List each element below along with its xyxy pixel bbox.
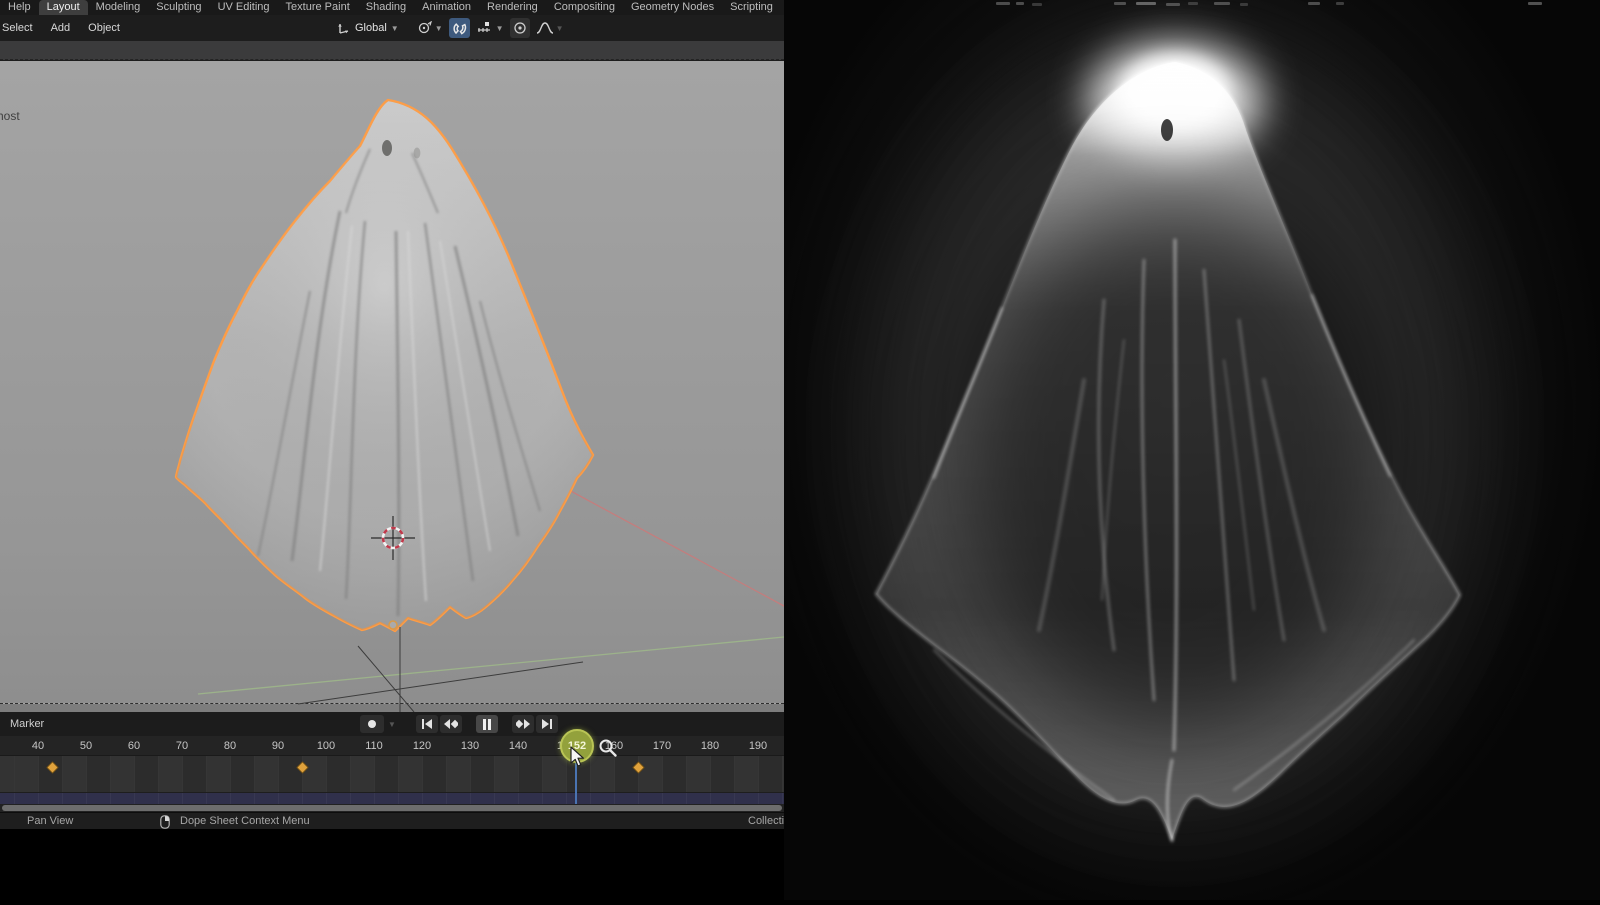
menu-object[interactable]: Object — [79, 15, 129, 41]
ghost-eye — [382, 140, 392, 156]
workspace-tab-shading[interactable]: Shading — [358, 0, 414, 15]
ruler-tick-100: 100 — [316, 740, 336, 752]
ruler-tick-170: 170 — [652, 740, 672, 752]
next-keyframe-icon — [515, 719, 530, 729]
pause-icon — [482, 718, 491, 730]
ruler-tick-110: 110 — [365, 740, 383, 752]
ruler-tick-40: 40 — [31, 740, 45, 752]
menu-select[interactable]: Select — [0, 15, 42, 41]
snap-target-increment-icon — [477, 22, 490, 32]
jump-to-end-icon — [541, 719, 552, 729]
ruler-tick-180: 180 — [700, 740, 720, 752]
workspace-tab-help[interactable]: Help — [0, 0, 39, 15]
workspace-tab-sculpting[interactable]: Sculpting — [148, 0, 209, 15]
status-collection: Collecti — [748, 815, 784, 827]
falloff-curve-icon — [536, 22, 553, 34]
workspace-tab-uv-editing[interactable]: UV Editing — [210, 0, 278, 15]
snap-magnet-icon — [453, 22, 466, 35]
workspace-tabs: Help Layout Modeling Sculpting UV Editing Tex… — [0, 0, 784, 15]
workspace-tab-compositing[interactable]: Compositing — [546, 0, 623, 15]
workspace-tab-geometry-nodes[interactable]: Geometry Nodes — [623, 0, 722, 15]
menu-add[interactable]: Add — [42, 15, 80, 41]
jump-to-start-button[interactable] — [415, 715, 438, 733]
keyframe-diamond-frame-95[interactable] — [295, 761, 309, 774]
workspace-tab-layout[interactable]: Layout — [38, 0, 88, 15]
rendered-ghost-eye — [1161, 119, 1173, 141]
ruler-tick-140: 140 — [508, 740, 528, 752]
rendered-ghost — [875, 40, 1475, 842]
grid-axis-green — [197, 636, 784, 695]
scrollbar-thumb[interactable] — [2, 805, 782, 811]
auto-keying-button[interactable] — [360, 715, 384, 733]
ruler-tick-50: 50 — [79, 740, 93, 752]
ghost-shading — [176, 100, 593, 631]
workspace-tab-animation[interactable]: Animation — [414, 0, 479, 15]
mouse-cursor-icon — [570, 746, 584, 767]
pause-button[interactable] — [475, 715, 498, 733]
workspace-tab-modeling[interactable]: Modeling — [88, 0, 149, 15]
viewport-header: Select Add Object Global ▼ ▼ ▼ ▼ — [0, 15, 784, 41]
snap-target-button[interactable]: ▼ — [473, 18, 507, 38]
status-context-menu: Dope Sheet Context Menu — [180, 815, 310, 827]
ruler-tick-80: 80 — [223, 740, 237, 752]
record-icon — [368, 720, 376, 728]
workspace-tab-rendering[interactable]: Rendering — [479, 0, 546, 15]
ghost-object[interactable] — [174, 98, 595, 633]
falloff-curve-button[interactable]: ▼ — [533, 18, 567, 38]
chevron-down-icon: ▼ — [434, 23, 443, 33]
ruler-tick-90: 90 — [271, 740, 285, 752]
workspace-tab-scripting[interactable]: Scripting — [722, 0, 781, 15]
transform-orientation-icon — [338, 24, 349, 34]
keyframe-diamond-frame-43[interactable] — [46, 761, 59, 774]
status-pan-view: Pan View — [27, 815, 74, 827]
helper-lines — [297, 627, 584, 712]
summary-channel-row[interactable] — [0, 792, 784, 804]
blender-window: Help Layout Modeling Sculpting UV Editing Tex… — [0, 0, 784, 829]
pivot-point-button[interactable]: ▼ — [414, 18, 446, 38]
chevron-down-icon: ▼ — [390, 23, 399, 33]
ruler-tick-60: 60 — [127, 740, 141, 752]
timeline-header: Marker ▼ — [0, 712, 784, 736]
chevron-down-icon: ▼ — [555, 23, 564, 33]
previous-keyframe-icon — [443, 719, 458, 729]
ruler-tick-130: 130 — [460, 740, 480, 752]
object-origin[interactable] — [388, 620, 398, 630]
proportional-editing-icon — [513, 22, 526, 34]
grid-axis-red — [566, 488, 784, 607]
dopesheet-tracks[interactable] — [0, 756, 784, 792]
previous-keyframe-button[interactable] — [439, 715, 462, 733]
jump-to-end-button[interactable] — [535, 715, 558, 733]
proportional-editing-button[interactable] — [509, 18, 530, 38]
timeline-editor[interactable]: Marker ▼ 40 50 60 70 80 90 100 110 120 1… — [0, 712, 784, 812]
status-bar: Pan View Dope Sheet Context Menu Collect… — [0, 812, 784, 829]
orientation-label: Global — [355, 22, 387, 34]
viewport-scene — [174, 98, 784, 712]
keyframe-diamond-frame-165[interactable] — [631, 761, 645, 774]
playback-controls: ▼ — [360, 715, 558, 733]
marker-menu[interactable]: Marker — [0, 718, 44, 730]
chevron-down-icon: ▼ — [388, 719, 396, 729]
mouse-right-click-icon — [160, 815, 170, 829]
ruler-tick-120: 120 — [412, 740, 432, 752]
transform-orientation-button[interactable]: Global ▼ — [334, 18, 402, 38]
ruler-tick-70: 70 — [175, 740, 189, 752]
next-keyframe-button[interactable] — [511, 715, 534, 733]
frame-ruler[interactable]: 4050607080901001101201301401501601701801… — [0, 736, 784, 756]
render-view — [784, 0, 1600, 900]
viewport-menus: Select Add Object — [0, 15, 129, 41]
chevron-down-icon: ▼ — [495, 23, 504, 33]
ruler-tick-190: 190 — [748, 740, 768, 752]
timeline-scrollbar[interactable] — [0, 804, 784, 812]
pivot-point-icon — [418, 21, 432, 34]
workspace-tab-texture-paint[interactable]: Texture Paint — [278, 0, 358, 15]
ghost-eye-faint — [413, 147, 421, 159]
zoom-magnifier-icon — [599, 739, 617, 757]
jump-to-start-icon — [421, 719, 432, 729]
snap-toggle-button[interactable] — [448, 18, 470, 38]
3d-viewport[interactable]: host — [0, 41, 784, 712]
